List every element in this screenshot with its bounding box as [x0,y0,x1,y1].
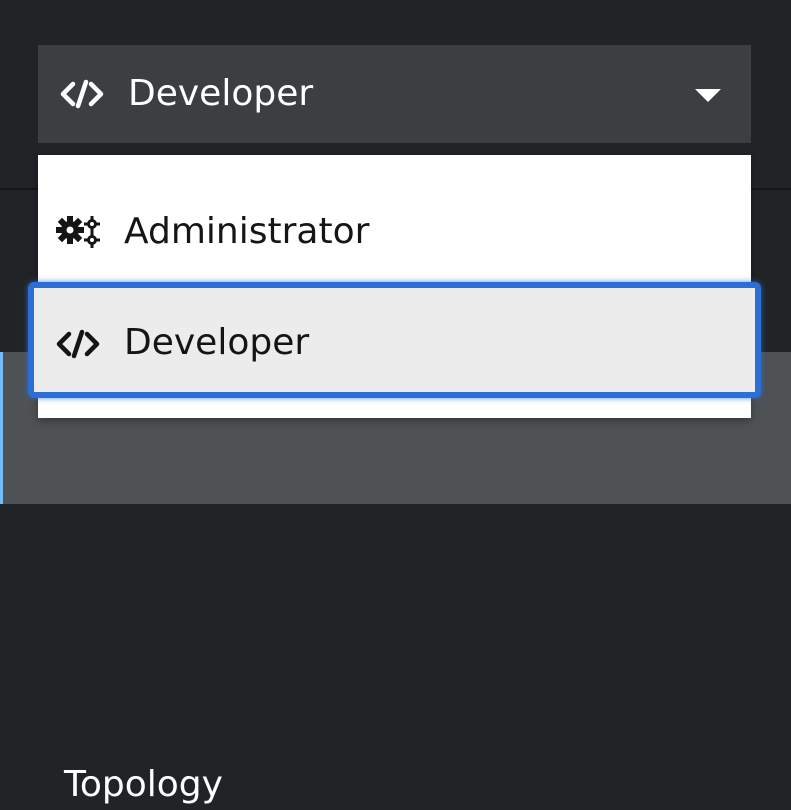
menu-item-developer-label: Developer [124,322,310,363]
cogs-icon [56,216,100,248]
menu-item-administrator[interactable]: Administrator [38,177,751,285]
active-indicator [0,352,3,504]
code-icon [60,79,104,109]
menu-item-developer[interactable]: Developer [28,282,761,398]
perspective-switcher-toggle[interactable]: Developer [38,45,751,143]
perspective-switcher-menu: Administrator Developer [28,155,761,418]
code-icon [56,329,100,359]
perspective-switcher-selected-label: Developer [128,73,314,114]
caret-down-icon [695,89,721,102]
nav-item-topology-label: Topology [64,764,223,805]
menu-item-administrator-label: Administrator [124,211,370,252]
